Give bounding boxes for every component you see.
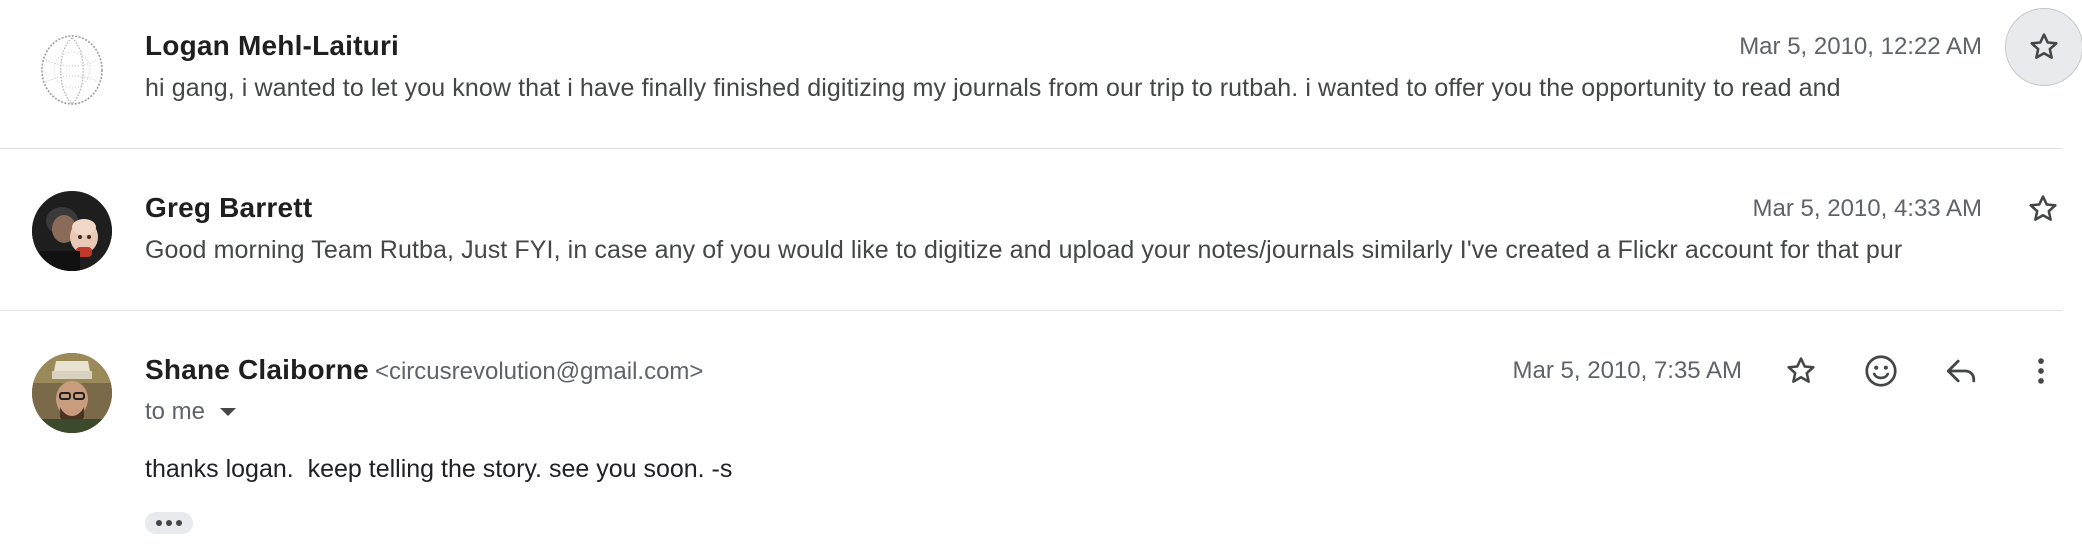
avatar [32,353,112,433]
add-reaction-button[interactable] [1853,343,1909,399]
message-date: Mar 5, 2010, 4:33 AM [1752,195,1982,222]
sender-name: Shane Claiborne <circusrevolution@gmail.c… [145,354,703,386]
message-collapsed-2[interactable]: Greg Barrett Good morning Team Rutba, Ju… [0,149,2082,310]
sender-name-text: Shane Claiborne [145,354,369,385]
reply-button[interactable] [1933,343,1989,399]
chevron-down-icon [220,408,237,416]
message-body: thanks logan. keep telling the story. se… [145,455,733,483]
message-collapsed-1[interactable]: Logan Mehl-Laituri hi gang, i wanted to … [0,0,2082,148]
sender-name: Logan Mehl-Laituri [145,30,400,61]
dot [166,520,172,526]
message-snippet: Good morning Team Rutba, Just FYI, in ca… [145,236,1903,264]
sender-name: Greg Barrett [145,192,313,223]
recipient-label: to me [145,398,206,425]
avatar [32,30,112,110]
more-vert-icon [2038,358,2044,384]
more-options-button[interactable] [2013,343,2069,399]
dot [156,520,162,526]
sender-email: <circusrevolution@gmail.com> [374,358,704,385]
show-trimmed-content-button[interactable] [145,512,193,534]
star-button[interactable] [2005,8,2082,86]
dot [176,520,182,526]
star-button[interactable] [1773,343,1829,399]
message-snippet: hi gang, i wanted to let you know that i… [145,74,1841,102]
star-outline-icon [2030,33,2058,59]
message-expanded: Shane Claiborne <circusrevolution@gmail.c… [0,311,2082,554]
recipient-details-toggle[interactable]: to me [145,398,237,426]
star-button[interactable] [2015,181,2071,237]
star-outline-icon [2029,195,2057,221]
message-date: Mar 5, 2010, 12:22 AM [1739,33,1982,60]
message-date: Mar 5, 2010, 7:35 AM [1512,357,1742,384]
add-reaction-icon [1865,355,1897,387]
star-outline-icon [1787,357,1815,383]
avatar [32,191,112,271]
reply-icon [1946,359,1976,383]
